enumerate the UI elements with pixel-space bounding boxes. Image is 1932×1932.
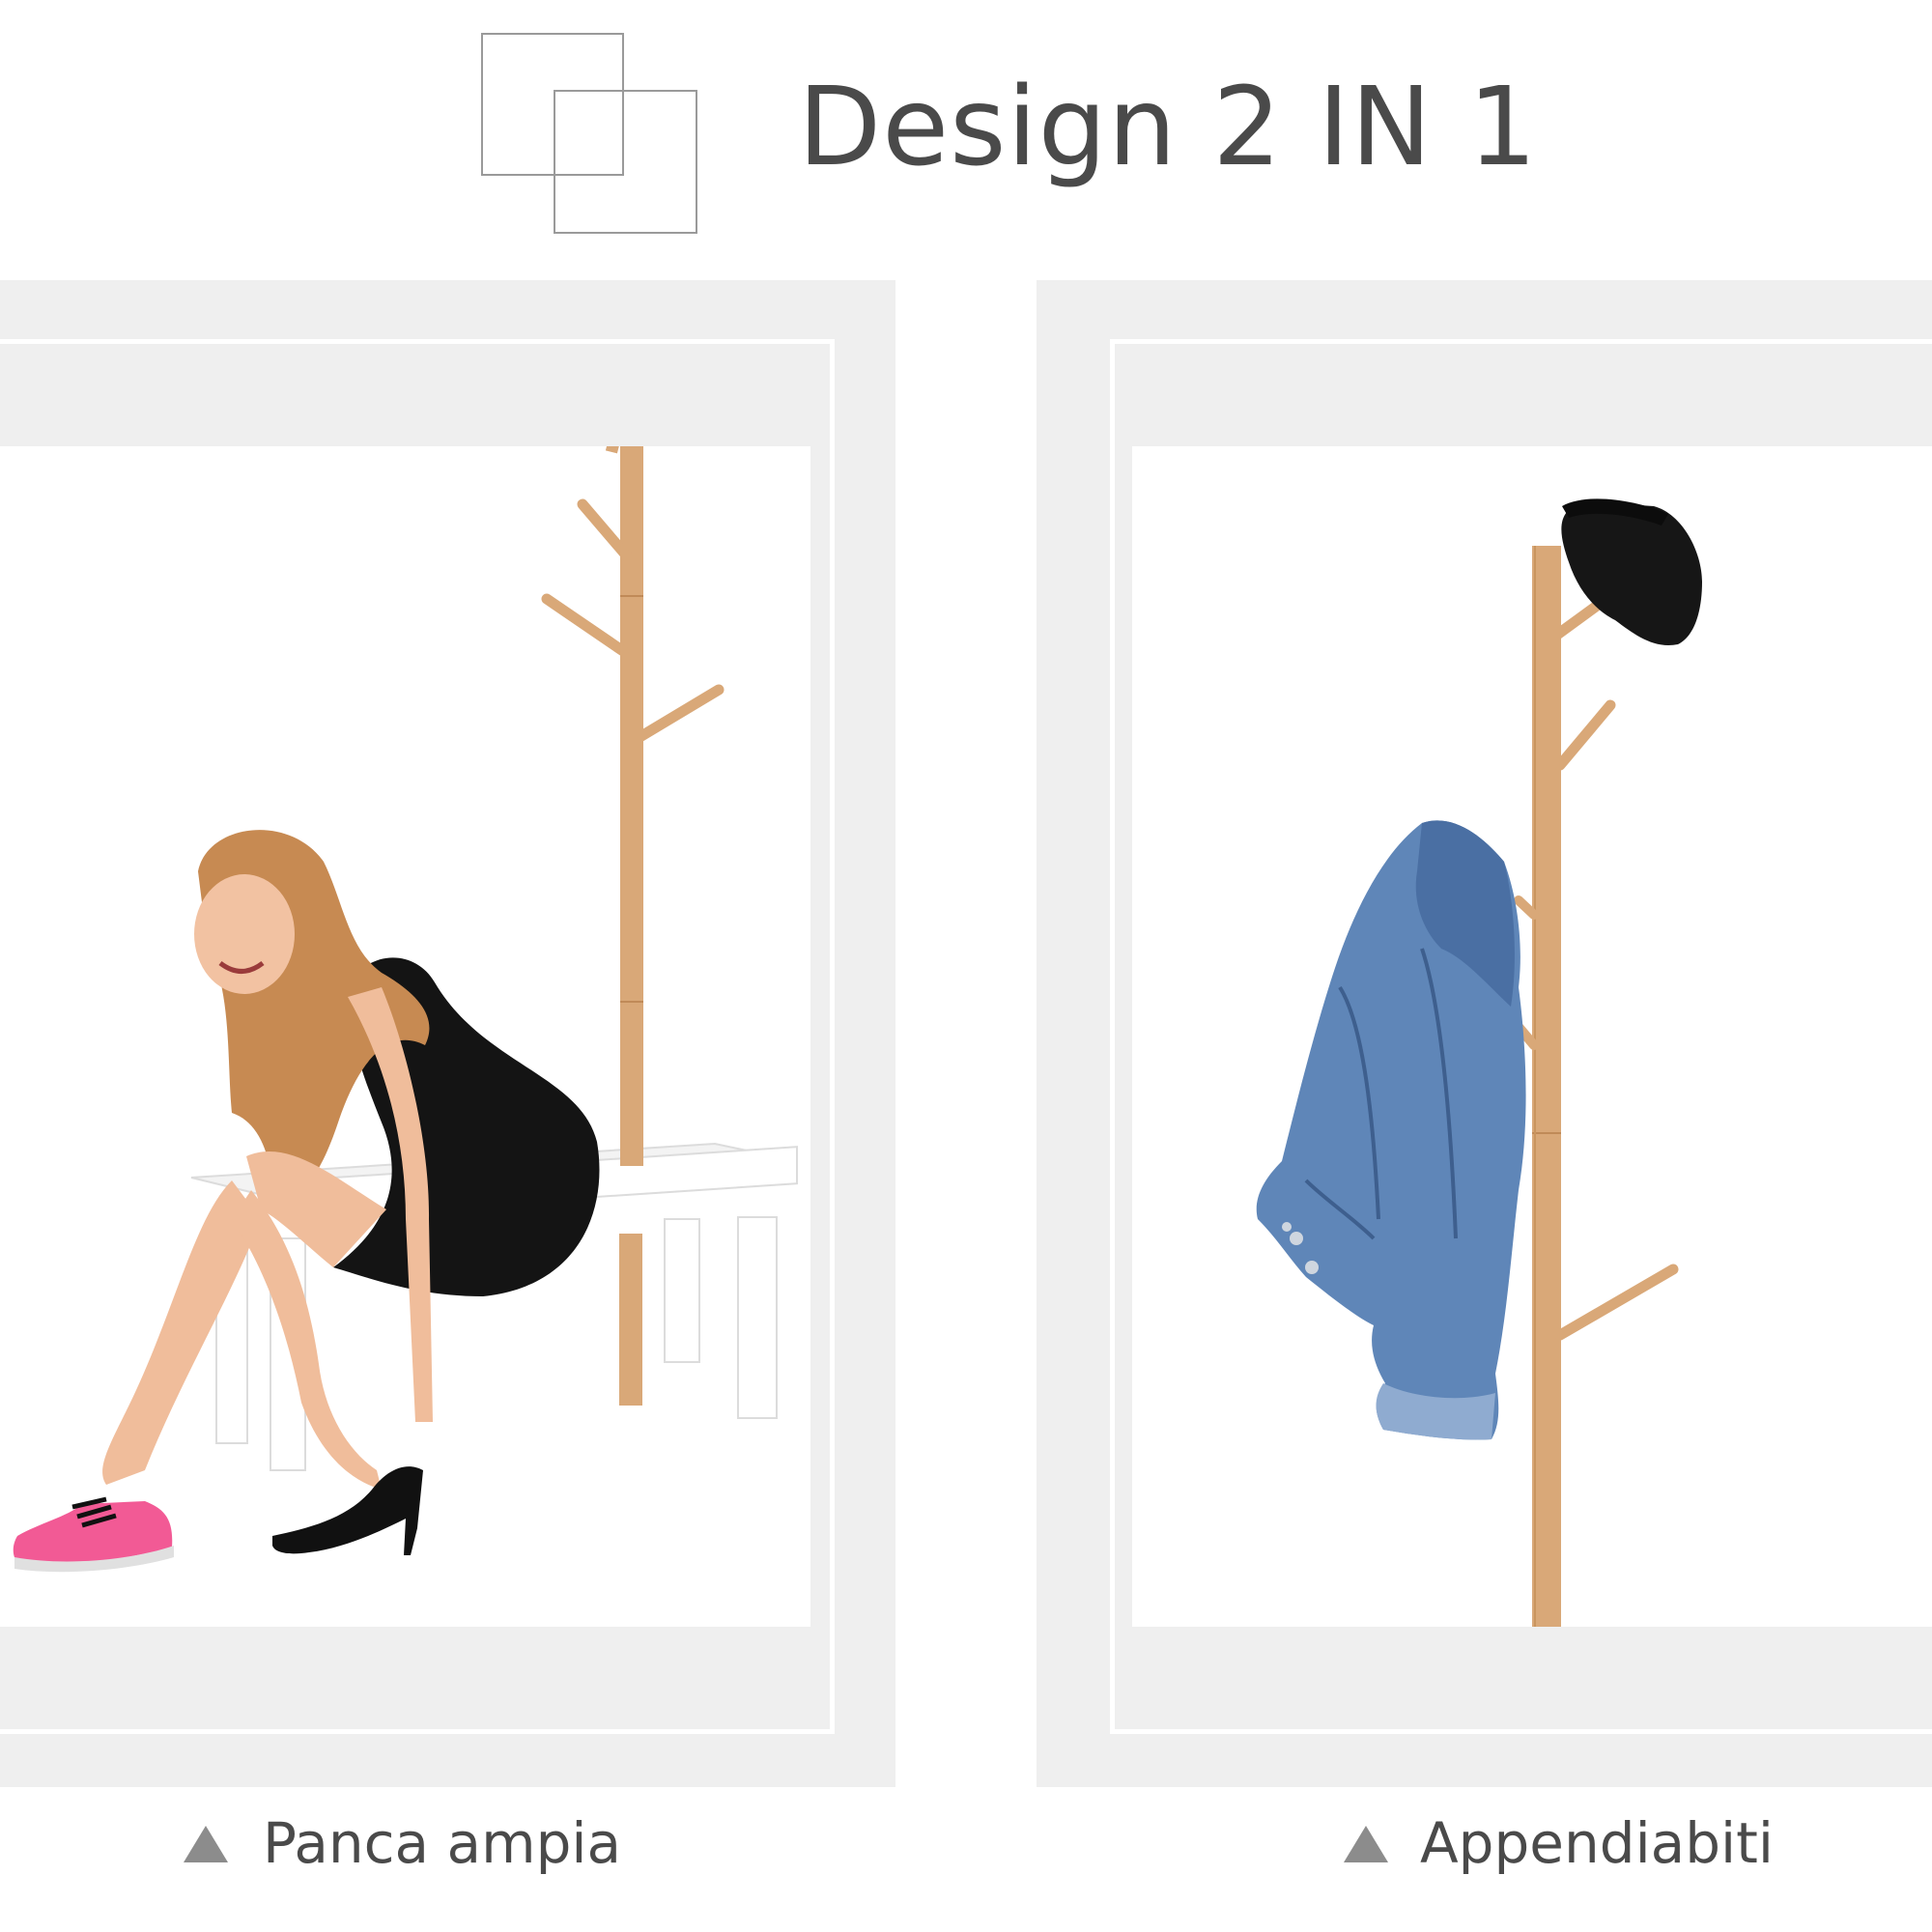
bench-illustration [13, 446, 798, 1573]
triangle-up-icon [1344, 1826, 1388, 1862]
coat-tree-photo [1132, 446, 1932, 1627]
caption-appendiabiti: Appendiabiti [1420, 1810, 1775, 1876]
page-title: Design 2 IN 1 [798, 65, 1538, 190]
triangle-up-icon [184, 1826, 228, 1862]
caption-panca-ampia: Panca ampia [263, 1810, 622, 1876]
bench-photo [0, 446, 810, 1627]
coat-tree-illustration [1256, 498, 1702, 1627]
